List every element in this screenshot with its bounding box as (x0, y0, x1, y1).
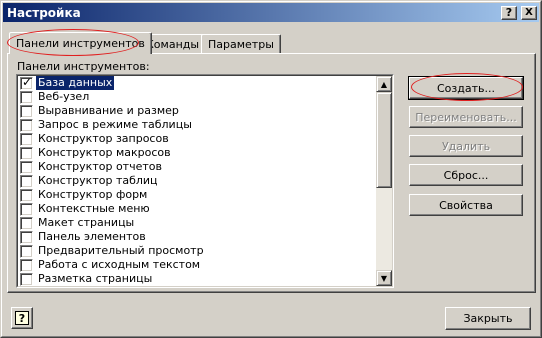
list-item-label: Работа с исходным текстом (38, 258, 201, 271)
checkbox[interactable] (20, 188, 33, 202)
list-item[interactable]: Контекстные меню (18, 202, 376, 216)
list-item[interactable]: Конструктор макросов (18, 146, 376, 160)
rename-button-label: Переименовать... (415, 110, 517, 124)
list-item-label: Конструктор таблиц (38, 174, 158, 187)
checkbox[interactable] (20, 216, 33, 230)
list-item[interactable]: Конструктор отчетов (18, 160, 376, 174)
list-item[interactable]: ✓ База данных (18, 76, 376, 90)
customize-dialog: Настройка ? X Панели инструментов Команд… (0, 0, 542, 338)
help-button[interactable]: ? (11, 307, 33, 329)
checkbox[interactable] (20, 258, 33, 272)
list-item-label: Конструктор форм (38, 188, 148, 201)
list-item-label: Разметка страницы (38, 272, 153, 285)
checkbox[interactable] (20, 160, 33, 174)
help-icon: ? (15, 311, 29, 325)
checkbox[interactable] (20, 118, 33, 132)
list-item-label: Веб-узел (38, 90, 90, 103)
checkbox[interactable] (20, 244, 33, 258)
list-item[interactable]: Конструктор таблиц (18, 174, 376, 188)
close-button-label: Закрыть (463, 312, 513, 325)
list-item[interactable]: Панель элементов (18, 230, 376, 244)
list-item[interactable]: Веб-узел (18, 90, 376, 104)
checkbox[interactable] (20, 230, 33, 244)
list-item-label: Макет страницы (38, 216, 135, 229)
properties-button[interactable]: Свойства (409, 194, 523, 216)
tab-label: Панели инструментов (16, 37, 145, 50)
list-item[interactable]: Работа с исходным текстом (18, 258, 376, 272)
check-mark-icon: ✓ (22, 75, 33, 89)
create-button[interactable]: Создать... (408, 76, 524, 100)
rename-button[interactable]: Переименовать... (409, 106, 523, 128)
checkbox[interactable] (20, 146, 33, 160)
list-item-label: Конструктор макросов (38, 146, 171, 159)
tab-label: Команды (146, 38, 200, 51)
checkbox[interactable] (20, 104, 33, 118)
delete-button-label: Удалить (441, 139, 491, 153)
toolbars-list-label: Панели инструментов: (17, 60, 150, 73)
checkbox[interactable]: ✓ (20, 75, 33, 90)
list-item-label: Предварительный просмотр (38, 244, 204, 257)
tab-label: Параметры (208, 38, 274, 51)
help-icon[interactable]: ? (501, 5, 517, 20)
reset-button[interactable]: Сброс... (409, 164, 523, 186)
list-item[interactable]: Макет страницы (18, 216, 376, 230)
checkbox[interactable] (20, 202, 33, 216)
list-item[interactable]: Разметка страницы (18, 272, 376, 286)
delete-button[interactable]: Удалить (409, 135, 523, 157)
toolbars-list: ✓ База данных Веб-узел Выравнивание и разме… (18, 76, 376, 286)
list-item[interactable]: Конструктор запросов (18, 132, 376, 146)
list-item-label: Панель элементов (38, 230, 146, 243)
checkbox[interactable] (20, 272, 33, 286)
tab-options[interactable]: Параметры (201, 34, 281, 54)
list-item-label: Конструктор запросов (38, 132, 169, 145)
list-item[interactable]: Предварительный просмотр (18, 244, 376, 258)
checkbox[interactable] (20, 132, 33, 146)
list-item[interactable]: Конструктор форм (18, 188, 376, 202)
list-item-label: Конструктор отчетов (38, 160, 162, 173)
list-item-label: Запрос в режиме таблицы (38, 118, 192, 131)
create-button-label: Создать... (437, 81, 495, 95)
list-item-label: Выравнивание и размер (38, 104, 179, 117)
tab-toolbars[interactable]: Панели инструментов (9, 32, 152, 54)
reset-button-label: Сброс... (443, 168, 489, 182)
close-icon[interactable]: X (521, 5, 537, 20)
list-item-label: База данных (36, 76, 115, 90)
list-item[interactable]: Запрос в режиме таблицы (18, 118, 376, 132)
window-title: Настройка (7, 5, 81, 20)
listbox-frame: ✓ База данных Веб-узел Выравнивание и разме… (17, 75, 393, 287)
list-item[interactable]: Выравнивание и размер (18, 104, 376, 118)
toolbars-listbox[interactable]: ✓ База данных Веб-узел Выравнивание и разме… (16, 74, 394, 288)
checkbox[interactable] (20, 90, 33, 104)
properties-button-label: Свойства (439, 198, 493, 212)
scrollbar-thumb[interactable] (376, 92, 392, 188)
vertical-scrollbar[interactable]: ▲ ▼ (376, 76, 392, 286)
checkbox[interactable] (20, 174, 33, 188)
scroll-up-icon[interactable]: ▲ (376, 76, 392, 92)
scroll-down-icon[interactable]: ▼ (376, 270, 392, 286)
list-item-label: Контекстные меню (38, 202, 150, 215)
title-bar[interactable]: Настройка ? X (3, 3, 539, 22)
close-button[interactable]: Закрыть (445, 307, 531, 330)
